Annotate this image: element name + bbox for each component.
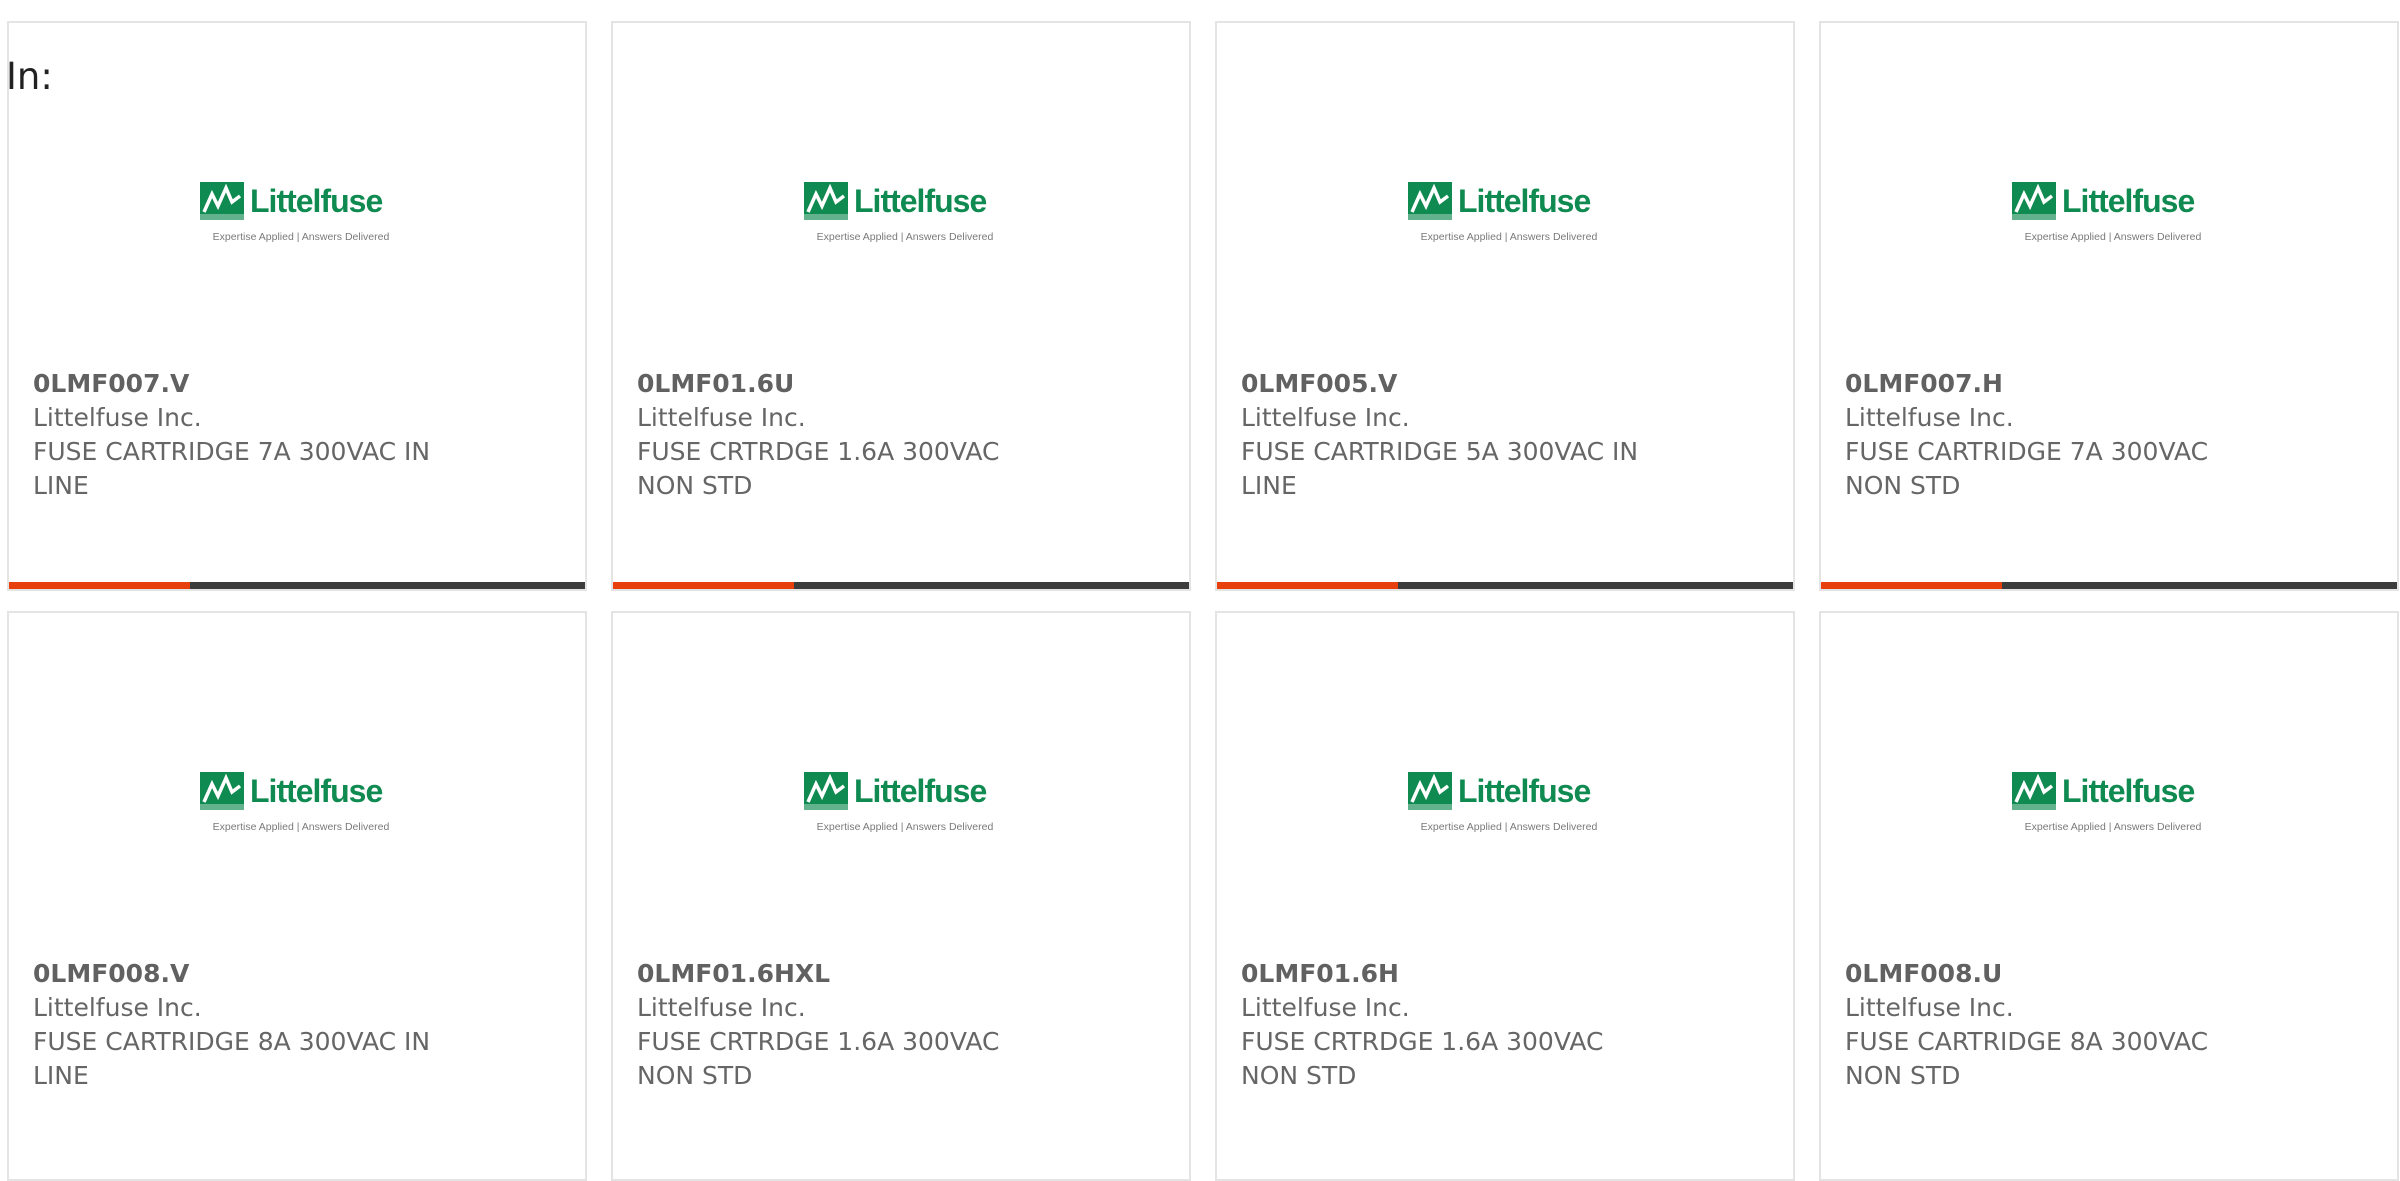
card-accent-bar-fill: [1217, 582, 1399, 589]
littelfuse-logo-icon: [1408, 772, 1452, 810]
logo-tagline: Expertise Applied | Answers Delivered: [2024, 231, 2202, 243]
littelfuse-logo: Littelfuse Expertise Applied | Answers D…: [197, 158, 405, 242]
littelfuse-logo: Littelfuse Expertise Applied | Answers D…: [1405, 158, 1613, 242]
product-info: 0LMF008.U Littelfuse Inc. FUSE CARTRIDGE…: [1845, 957, 2285, 1093]
logo-wordmark: Littelfuse: [250, 773, 383, 809]
littelfuse-logo: Littelfuse Expertise Applied | Answers D…: [2009, 158, 2217, 242]
description-line-1: FUSE CRTRDGE 1.6A 300VAC: [637, 1027, 1000, 1056]
logo-tagline: Expertise Applied | Answers Delivered: [212, 821, 390, 833]
littelfuse-logo-icon: [1408, 182, 1452, 220]
logo-tagline: Expertise Applied | Answers Delivered: [2024, 821, 2202, 833]
card-accent-bar: [613, 582, 1189, 589]
description-line-1: FUSE CRTRDGE 1.6A 300VAC: [637, 437, 1000, 466]
littelfuse-logo: Littelfuse Expertise Applied | Answers D…: [2009, 748, 2217, 832]
littelfuse-logo: Littelfuse Expertise Applied | Answers D…: [1405, 748, 1613, 832]
description-line-1: FUSE CARTRIDGE 7A 300VAC: [1845, 437, 2209, 466]
product-card-1[interactable]: Littelfuse Expertise Applied | Answers D…: [7, 21, 587, 591]
product-card-2[interactable]: Littelfuse Expertise Applied | Answers D…: [611, 21, 1191, 591]
littelfuse-logo-icon: [804, 182, 848, 220]
product-card-8[interactable]: Littelfuse Expertise Applied | Answers D…: [1819, 611, 2399, 1181]
logo-tagline: Expertise Applied | Answers Delivered: [816, 821, 994, 833]
description-line-1: FUSE CRTRDGE 1.6A 300VAC: [1241, 1027, 1604, 1056]
description-line-2: NON STD: [637, 471, 753, 500]
manufacturer-name: Littelfuse Inc.: [1845, 403, 2014, 432]
littelfuse-logo-icon: [804, 772, 848, 810]
card-accent-bar: [1821, 582, 2397, 589]
product-card-7[interactable]: Littelfuse Expertise Applied | Answers D…: [1215, 611, 1795, 1181]
part-number[interactable]: 0LMF007.H: [1845, 367, 2285, 401]
filter-label: In:: [6, 55, 53, 98]
card-accent-bar-fill: [613, 582, 795, 589]
description-line-1: FUSE CARTRIDGE 8A 300VAC: [1845, 1027, 2209, 1056]
part-number[interactable]: 0LMF007.V: [33, 367, 473, 401]
littelfuse-logo: Littelfuse Expertise Applied | Answers D…: [197, 748, 405, 832]
card-accent-bar-fill: [1821, 582, 2003, 589]
part-number[interactable]: 0LMF005.V: [1241, 367, 1681, 401]
description-line-2: NON STD: [637, 1061, 753, 1090]
manufacturer-name: Littelfuse Inc.: [637, 993, 806, 1022]
manufacturer-name: Littelfuse Inc.: [33, 403, 202, 432]
part-number[interactable]: 0LMF008.V: [33, 957, 473, 991]
littelfuse-logo-icon: [200, 772, 244, 810]
part-number[interactable]: 0LMF008.U: [1845, 957, 2285, 991]
description-line-2: NON STD: [1845, 471, 1961, 500]
part-number[interactable]: 0LMF01.6HXL: [637, 957, 1077, 991]
logo-tagline: Expertise Applied | Answers Delivered: [1420, 821, 1598, 833]
logo-wordmark: Littelfuse: [2062, 773, 2195, 809]
littelfuse-logo: Littelfuse Expertise Applied | Answers D…: [801, 748, 1009, 832]
description-line-2: NON STD: [1845, 1061, 1961, 1090]
description-line-2: LINE: [33, 471, 89, 500]
part-number[interactable]: 0LMF01.6U: [637, 367, 1077, 401]
logo-tagline: Expertise Applied | Answers Delivered: [1420, 231, 1598, 243]
description-line-1: FUSE CARTRIDGE 7A 300VAC IN: [33, 437, 431, 466]
logo-wordmark: Littelfuse: [854, 183, 987, 219]
card-accent-bar: [9, 582, 585, 589]
product-card-4[interactable]: Littelfuse Expertise Applied | Answers D…: [1819, 21, 2399, 591]
product-info: 0LMF007.H Littelfuse Inc. FUSE CARTRIDGE…: [1845, 367, 2285, 503]
logo-wordmark: Littelfuse: [250, 183, 383, 219]
description-line-1: FUSE CARTRIDGE 5A 300VAC IN: [1241, 437, 1639, 466]
card-accent-bar-fill: [9, 582, 191, 589]
product-info: 0LMF008.V Littelfuse Inc. FUSE CARTRIDGE…: [33, 957, 473, 1093]
product-info: 0LMF007.V Littelfuse Inc. FUSE CARTRIDGE…: [33, 367, 473, 503]
logo-wordmark: Littelfuse: [854, 773, 987, 809]
product-info: 0LMF01.6U Littelfuse Inc. FUSE CRTRDGE 1…: [637, 367, 1077, 503]
manufacturer-name: Littelfuse Inc.: [33, 993, 202, 1022]
product-card-3[interactable]: Littelfuse Expertise Applied | Answers D…: [1215, 21, 1795, 591]
description-line-1: FUSE CARTRIDGE 8A 300VAC IN: [33, 1027, 431, 1056]
part-number[interactable]: 0LMF01.6H: [1241, 957, 1681, 991]
product-grid: Littelfuse Expertise Applied | Answers D…: [7, 21, 2399, 1181]
product-card-6[interactable]: Littelfuse Expertise Applied | Answers D…: [611, 611, 1191, 1181]
logo-tagline: Expertise Applied | Answers Delivered: [212, 231, 390, 243]
manufacturer-name: Littelfuse Inc.: [1241, 993, 1410, 1022]
card-accent-bar: [1217, 582, 1793, 589]
product-info: 0LMF01.6H Littelfuse Inc. FUSE CRTRDGE 1…: [1241, 957, 1681, 1093]
manufacturer-name: Littelfuse Inc.: [637, 403, 806, 432]
description-line-2: LINE: [33, 1061, 89, 1090]
logo-wordmark: Littelfuse: [1458, 773, 1591, 809]
product-card-5[interactable]: Littelfuse Expertise Applied | Answers D…: [7, 611, 587, 1181]
product-info: 0LMF005.V Littelfuse Inc. FUSE CARTRIDGE…: [1241, 367, 1681, 503]
manufacturer-name: Littelfuse Inc.: [1241, 403, 1410, 432]
logo-tagline: Expertise Applied | Answers Delivered: [816, 231, 994, 243]
littelfuse-logo-icon: [2012, 772, 2056, 810]
description-line-2: NON STD: [1241, 1061, 1357, 1090]
description-line-2: LINE: [1241, 471, 1297, 500]
product-info: 0LMF01.6HXL Littelfuse Inc. FUSE CRTRDGE…: [637, 957, 1077, 1093]
logo-wordmark: Littelfuse: [1458, 183, 1591, 219]
littelfuse-logo: Littelfuse Expertise Applied | Answers D…: [801, 158, 1009, 242]
logo-wordmark: Littelfuse: [2062, 183, 2195, 219]
littelfuse-logo-icon: [2012, 182, 2056, 220]
manufacturer-name: Littelfuse Inc.: [1845, 993, 2014, 1022]
littelfuse-logo-icon: [200, 182, 244, 220]
